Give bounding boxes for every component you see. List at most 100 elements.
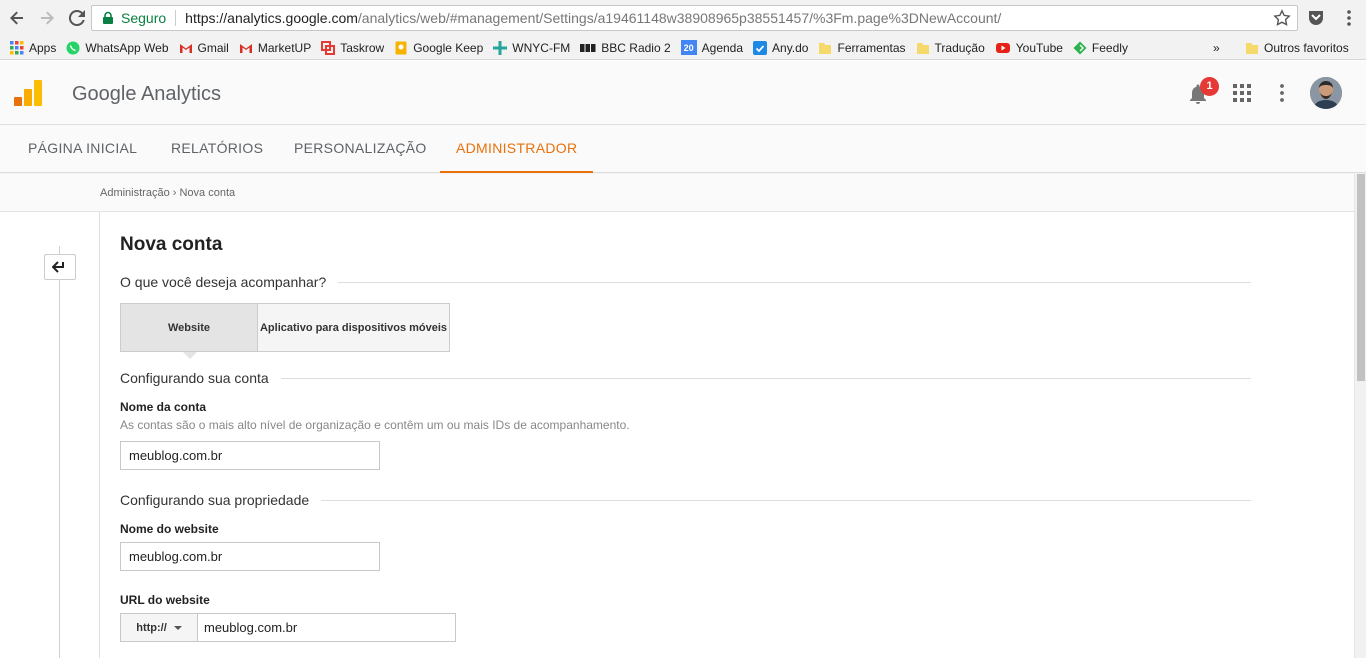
section-heading-text: Configurando sua conta — [120, 370, 269, 386]
page-title: Nova conta — [120, 234, 223, 255]
keep-icon — [395, 41, 407, 54]
bookmarks-overflow-chevron[interactable]: » — [1213, 36, 1220, 60]
bookmark-folder-traducao[interactable]: Tradução — [911, 36, 990, 60]
bookmark-agenda[interactable]: 20 Agenda — [676, 36, 748, 60]
website-url-group: http:// — [120, 613, 456, 642]
omnibox-separator — [175, 10, 177, 26]
tracking-type-toggle: Website Aplicativo para dispositivos móv… — [120, 303, 450, 359]
bookmark-label: Any.do — [772, 40, 809, 55]
chrome-menu-icon[interactable] — [1340, 8, 1358, 28]
bookmark-label: WNYC-FM — [512, 40, 571, 55]
bookmark-google-keep[interactable]: Google Keep — [389, 36, 488, 60]
calendar-icon: 20 — [680, 40, 697, 55]
google-apps-grid-icon[interactable] — [1233, 84, 1251, 102]
bookmark-youtube[interactable]: YouTube — [990, 36, 1068, 60]
bookmark-label: Gmail — [197, 40, 229, 55]
bookmark-label: Tradução — [934, 40, 985, 55]
bookmark-apps[interactable]: Apps — [5, 36, 61, 60]
bookmark-label: Feedly — [1091, 40, 1128, 55]
gmail-icon — [239, 43, 252, 53]
taskrow-icon — [321, 40, 336, 55]
reload-icon[interactable] — [64, 5, 90, 31]
bookmark-label: Outros favoritos — [1264, 41, 1349, 55]
step-timeline — [59, 246, 60, 658]
bookmarks-bar: Apps WhatsApp Web Gmail MarketUP Taskrow… — [0, 36, 1366, 60]
bookmark-feedly[interactable]: Feedly — [1068, 36, 1133, 60]
option-mobile-app-button[interactable]: Aplicativo para dispositivos móveis — [258, 304, 449, 351]
tab-home[interactable]: PÁGINA INICIAL — [28, 125, 137, 173]
apps-grid-icon — [10, 40, 24, 54]
secure-label: Seguro — [121, 10, 167, 26]
tab-customization[interactable]: PERSONALIZAÇÃO — [294, 125, 427, 173]
feedly-icon — [1073, 41, 1087, 54]
extension-shield-icon[interactable] — [1308, 9, 1324, 25]
bookmark-star-icon[interactable] — [1273, 9, 1291, 27]
main-content: Administração › Nova conta Nova conta O … — [0, 174, 1354, 658]
protocol-select[interactable]: http:// — [121, 614, 198, 641]
bbc-icon — [580, 43, 596, 52]
bookmark-label: WhatsApp Web — [85, 40, 169, 55]
website-name-input[interactable] — [120, 542, 380, 571]
section-divider — [338, 281, 1251, 283]
scrollbar-thumb[interactable] — [1357, 174, 1365, 381]
bookmark-other-favorites[interactable]: Outros favoritos — [1240, 36, 1354, 60]
bookmark-label: Taskrow — [340, 40, 385, 55]
bookmark-marketup[interactable]: MarketUP — [234, 36, 316, 60]
section-heading-text: Configurando sua propriedade — [120, 492, 310, 508]
anydo-icon — [753, 40, 768, 55]
back-button[interactable] — [44, 254, 76, 280]
back-return-arrow-icon — [52, 261, 64, 273]
folder-icon — [1246, 43, 1258, 54]
bookmark-anydo[interactable]: Any.do — [748, 36, 813, 60]
bookmark-bbc-radio2[interactable]: BBC Radio 2 — [575, 36, 675, 60]
bookmark-label: Agenda — [701, 40, 744, 55]
lock-icon — [103, 11, 113, 24]
breadcrumb[interactable]: Administração › Nova conta — [100, 187, 235, 199]
website-url-label: URL do website — [120, 593, 210, 607]
user-avatar-icon — [1310, 77, 1342, 109]
website-name-label: Nome do website — [120, 522, 219, 536]
bookmark-label: Apps — [29, 40, 57, 55]
back-arrow-icon[interactable] — [4, 5, 30, 31]
bookmark-whatsapp[interactable]: WhatsApp Web — [61, 36, 173, 60]
whatsapp-icon — [66, 41, 80, 54]
bookmark-wnyc[interactable]: WNYC-FM — [488, 36, 575, 60]
bookmark-label: YouTube — [1015, 40, 1063, 55]
account-name-help: As contas são o mais alto nível de organ… — [120, 418, 630, 432]
folder-icon — [916, 42, 929, 54]
youtube-icon — [995, 42, 1010, 53]
more-options-icon[interactable] — [1274, 83, 1290, 103]
section-divider — [321, 499, 1251, 501]
section-divider — [280, 377, 1251, 379]
url-path: /analytics/web/#management/Settings/a194… — [357, 10, 1002, 26]
ga-header: Google Analytics 1 — [0, 61, 1366, 125]
account-name-label: Nome da conta — [120, 400, 207, 414]
user-avatar[interactable] — [1310, 77, 1342, 109]
account-name-input[interactable] — [120, 441, 380, 470]
property-section-heading: Configurando sua propriedade — [120, 492, 1251, 508]
bookmark-label: BBC Radio 2 — [601, 40, 671, 55]
track-section-heading: O que você deseja acompanhar? — [120, 274, 1251, 290]
main-nav: PÁGINA INICIAL RELATÓRIOS PERSONALIZAÇÃO… — [0, 125, 1366, 173]
url-host: https://analytics.google.com — [185, 10, 358, 26]
option-website-button[interactable]: Website — [121, 304, 258, 359]
google-analytics-logo-icon[interactable] — [14, 80, 42, 106]
bookmark-folder-ferramentas[interactable]: Ferramentas — [813, 36, 910, 60]
tab-admin[interactable]: ADMINISTRADOR — [440, 125, 594, 173]
protocol-value: http:// — [136, 621, 167, 634]
folder-icon — [819, 42, 832, 54]
tab-reports[interactable]: RELATÓRIOS — [171, 125, 263, 173]
bookmark-gmail[interactable]: Gmail — [174, 36, 234, 60]
bookmark-label: Google Keep — [413, 40, 484, 55]
page-scrollbar[interactable] — [1354, 174, 1366, 658]
section-heading-text: O que você deseja acompanhar? — [120, 274, 327, 290]
forward-arrow-icon[interactable] — [34, 5, 60, 31]
breadcrumb-bar: Administração › Nova conta — [0, 174, 1354, 212]
address-bar[interactable]: Seguro https://analytics.google.com/anal… — [91, 5, 1298, 31]
wnyc-icon — [493, 40, 508, 55]
website-url-input[interactable] — [198, 614, 455, 641]
bookmark-taskrow[interactable]: Taskrow — [316, 36, 389, 60]
account-section-heading: Configurando sua conta — [120, 370, 1251, 386]
caret-down-icon — [173, 625, 182, 630]
new-account-form: Nova conta O que você deseja acompanhar?… — [99, 212, 1354, 658]
